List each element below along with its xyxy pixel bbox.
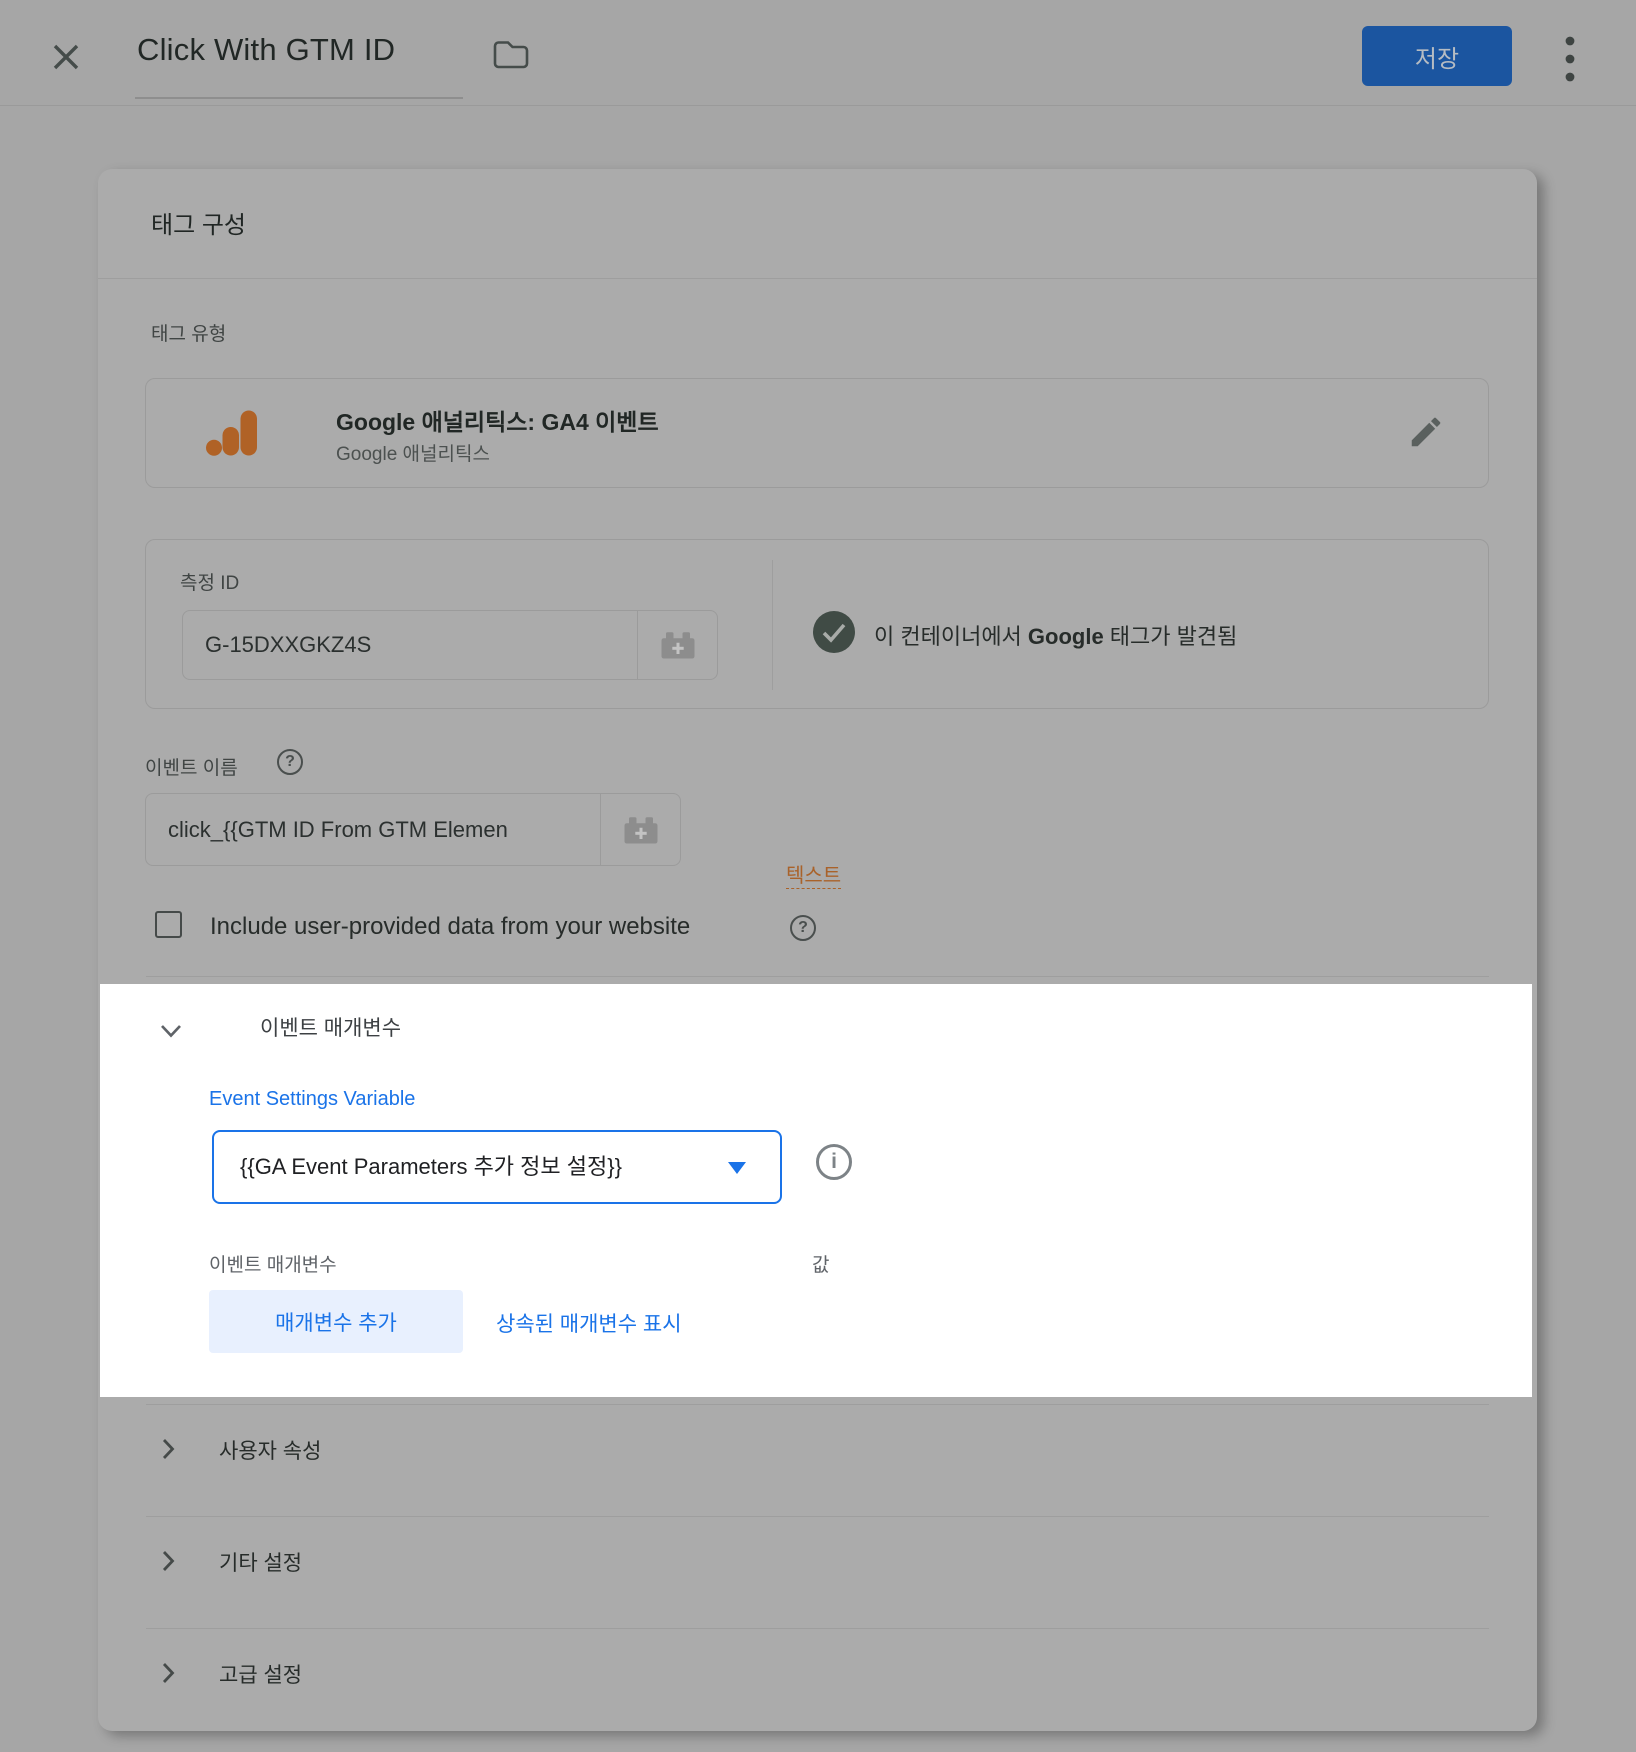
close-button[interactable] bbox=[48, 40, 84, 76]
kebab-menu-button[interactable] bbox=[1552, 34, 1588, 86]
section-row-other-settings[interactable]: 기타 설정 bbox=[146, 1517, 1489, 1617]
chevron-right-icon bbox=[162, 1662, 175, 1684]
event-name-input[interactable] bbox=[145, 793, 601, 866]
variable-brick-icon bbox=[660, 630, 696, 660]
folder-button[interactable] bbox=[490, 38, 532, 74]
section-row-label: 사용자 속성 bbox=[219, 1435, 321, 1465]
section-row-user-properties[interactable]: 사용자 속성 bbox=[146, 1405, 1489, 1505]
chevron-right-icon bbox=[162, 1550, 175, 1572]
user-data-checkbox[interactable] bbox=[155, 911, 182, 938]
tag-type-label: 태그 유형 bbox=[151, 319, 226, 346]
show-inherited-parameters-link[interactable]: 상속된 매개변수 표시 bbox=[496, 1308, 682, 1338]
panel-title: 태그 구성 bbox=[151, 205, 246, 240]
tag-configuration-panel: 태그 구성 태그 유형 Google 애널리틱스: GA4 이벤트 Google… bbox=[98, 169, 1537, 1731]
event-settings-variable-dropdown[interactable]: {{GA Event Parameters 추가 정보 설정}} bbox=[212, 1130, 782, 1204]
pencil-icon bbox=[1407, 413, 1445, 451]
title-underline bbox=[135, 97, 463, 99]
save-button[interactable]: 저장 bbox=[1362, 26, 1512, 86]
section-row-advanced-settings[interactable]: 고급 설정 bbox=[146, 1629, 1489, 1729]
user-data-checkbox-label: Include user-provided data from your web… bbox=[210, 913, 690, 941]
section-title: 이벤트 매개변수 bbox=[260, 1012, 401, 1042]
panel-header-divider bbox=[98, 278, 1537, 279]
measurement-group: 측정 ID 이 컨테이너에서 Google 태그가 발견됨 bbox=[145, 539, 1489, 709]
tag-type-vendor: Google 애널리틱스 bbox=[336, 439, 490, 466]
dropdown-arrow-icon bbox=[728, 1162, 746, 1174]
close-icon bbox=[51, 42, 81, 72]
event-name-label: 이벤트 이름 bbox=[145, 753, 238, 780]
top-bar: Click With GTM ID 저장 bbox=[0, 0, 1636, 106]
google-tag-status: 이 컨테이너에서 Google 태그가 발견됨 bbox=[874, 619, 1237, 651]
tag-type-name: Google 애널리틱스: GA4 이벤트 bbox=[336, 403, 659, 437]
event-settings-variable-label: Event Settings Variable bbox=[209, 1088, 415, 1111]
tag-type-card[interactable]: Google 애널리틱스: GA4 이벤트 Google 애널리틱스 bbox=[145, 378, 1489, 488]
event-parameters-section-header[interactable]: 이벤트 매개변수 bbox=[144, 1010, 644, 1054]
section-row-label: 기타 설정 bbox=[219, 1547, 302, 1577]
section-row-label: 고급 설정 bbox=[219, 1659, 302, 1689]
measurement-id-input[interactable] bbox=[182, 610, 638, 680]
value-column-label: 값 bbox=[812, 1250, 829, 1277]
status-suffix: 태그가 발견됨 bbox=[1104, 624, 1238, 649]
event-parameters-column-label: 이벤트 매개변수 bbox=[209, 1250, 337, 1277]
status-prefix: 이 컨테이너에서 bbox=[874, 624, 1028, 649]
edit-tag-type-button[interactable] bbox=[1404, 411, 1448, 455]
value-type-text-link[interactable]: 텍스트 bbox=[786, 859, 841, 889]
event-name-variable-picker-button[interactable] bbox=[601, 793, 681, 866]
user-data-help-icon[interactable]: ? bbox=[790, 915, 816, 941]
event-params-top-divider bbox=[146, 976, 1489, 977]
event-parameters-section: 이벤트 매개변수 Event Settings Variable {{GA Ev… bbox=[100, 984, 1532, 1397]
kebab-icon bbox=[1564, 35, 1576, 83]
measurement-variable-picker-button[interactable] bbox=[638, 610, 718, 680]
group-vertical-divider bbox=[772, 560, 773, 690]
status-bold: Google bbox=[1028, 624, 1104, 649]
dropdown-selected-value: {{GA Event Parameters 추가 정보 설정}} bbox=[240, 1132, 622, 1202]
page-title[interactable]: Click With GTM ID bbox=[137, 32, 395, 68]
folder-icon bbox=[492, 39, 530, 71]
variable-brick-icon bbox=[623, 815, 659, 845]
info-icon[interactable]: i bbox=[816, 1144, 852, 1180]
chevron-down-icon bbox=[160, 1024, 182, 1038]
event-name-help-icon[interactable]: ? bbox=[277, 749, 303, 775]
measurement-id-label: 측정 ID bbox=[180, 568, 239, 595]
chevron-right-icon bbox=[162, 1438, 175, 1460]
ga4-analytics-icon bbox=[204, 403, 264, 463]
check-circle-icon bbox=[812, 610, 856, 654]
add-parameter-button[interactable]: 매개변수 추가 bbox=[209, 1290, 463, 1353]
